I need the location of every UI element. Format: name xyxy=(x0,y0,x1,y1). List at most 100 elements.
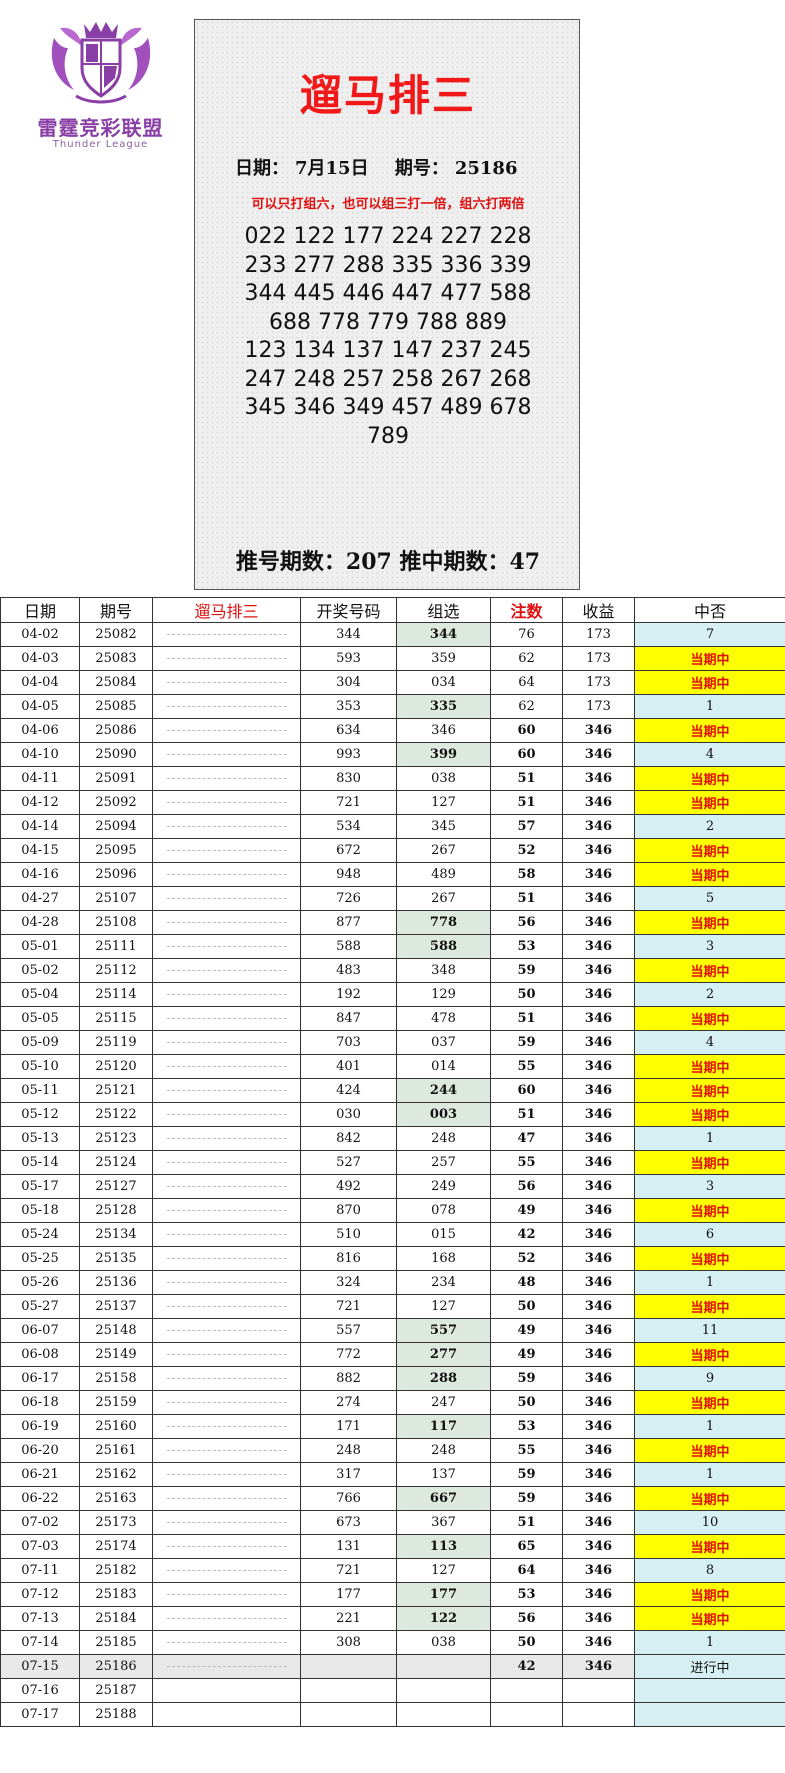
cell-draw: 510 xyxy=(300,1222,397,1247)
cell-issue: 25184 xyxy=(79,1606,153,1631)
cell-draw: 816 xyxy=(300,1246,397,1271)
cell-draw: 847 xyxy=(300,1006,397,1031)
cell-bets: 51 xyxy=(490,1102,563,1127)
cell-date: 04-06 xyxy=(0,718,80,743)
cell-income: 346 xyxy=(562,1054,635,1079)
table-row: 06-18 25159 274 247 50 346 当期中 xyxy=(0,1390,785,1415)
cell-bets: 49 xyxy=(490,1342,563,1367)
cell-plan xyxy=(152,670,301,695)
plan-placeholder xyxy=(166,897,287,900)
plan-placeholder xyxy=(166,1065,287,1068)
cell-bets: 56 xyxy=(490,1174,563,1199)
table-row: 05-17 25127 492 249 56 346 3 xyxy=(0,1174,785,1199)
cell-draw: 424 xyxy=(300,1078,397,1103)
cell-plan xyxy=(152,1006,301,1031)
plan-placeholder xyxy=(166,1113,287,1116)
cell-plan xyxy=(152,1510,301,1535)
cell-plan xyxy=(152,1174,301,1199)
cell-income: 173 xyxy=(562,694,635,719)
number-list: 022 122 177 224 227 228 233 277 288 335 3… xyxy=(195,223,581,451)
plan-placeholder xyxy=(166,753,287,756)
cell-draw: 308 xyxy=(300,1630,397,1655)
cell-issue: 25149 xyxy=(79,1342,153,1367)
cell-date: 05-17 xyxy=(0,1174,80,1199)
cell-issue: 25111 xyxy=(79,934,153,959)
plan-placeholder xyxy=(166,849,287,852)
table-row: 06-21 25162 317 137 59 346 1 xyxy=(0,1462,785,1487)
table-row: 05-04 25114 192 129 50 346 2 xyxy=(0,982,785,1007)
table-row: 05-18 25128 870 078 49 346 当期中 xyxy=(0,1198,785,1223)
cell-issue: 25188 xyxy=(79,1702,153,1727)
cell-income: 346 xyxy=(562,1606,635,1631)
cell-issue: 25159 xyxy=(79,1390,153,1415)
cell-date: 07-11 xyxy=(0,1558,80,1583)
table-row: 05-05 25115 847 478 51 346 当期中 xyxy=(0,1006,785,1031)
cell-bets: 56 xyxy=(490,910,563,935)
cell-group: 399 xyxy=(396,742,491,767)
cell-plan xyxy=(152,886,301,911)
cell-draw: 534 xyxy=(300,814,397,839)
cell-date: 04-04 xyxy=(0,670,80,695)
table-row: 06-08 25149 772 277 49 346 当期中 xyxy=(0,1342,785,1367)
cell-result: 1 xyxy=(634,1462,785,1487)
cell-plan xyxy=(152,790,301,815)
cell-group: 267 xyxy=(396,838,491,863)
cell-issue: 25123 xyxy=(79,1126,153,1151)
cell-date: 05-18 xyxy=(0,1198,80,1223)
cell-group: 249 xyxy=(396,1174,491,1199)
cell-result: 4 xyxy=(634,1030,785,1055)
cell-group: 346 xyxy=(396,718,491,743)
cell-issue: 25119 xyxy=(79,1030,153,1055)
table-row: 07-13 25184 221 122 56 346 当期中 xyxy=(0,1606,785,1631)
cell-draw: 030 xyxy=(300,1102,397,1127)
cell-date: 04-14 xyxy=(0,814,80,839)
cell-date: 06-07 xyxy=(0,1318,80,1343)
cell-date: 05-12 xyxy=(0,1102,80,1127)
cell-bets: 64 xyxy=(490,1558,563,1583)
cell-plan xyxy=(152,1366,301,1391)
plan-placeholder xyxy=(166,945,287,948)
cell-group: 344 xyxy=(396,622,491,647)
cell-bets: 50 xyxy=(490,1294,563,1319)
cell-draw: 221 xyxy=(300,1606,397,1631)
cell-draw: 131 xyxy=(300,1534,397,1559)
cell-plan xyxy=(152,1534,301,1559)
table-row: 04-15 25095 672 267 52 346 当期中 xyxy=(0,838,785,863)
plan-placeholder xyxy=(166,1569,287,1572)
cell-draw: 248 xyxy=(300,1438,397,1463)
cell-date: 07-16 xyxy=(0,1678,80,1703)
table-row: 05-25 25135 816 168 52 346 当期中 xyxy=(0,1246,785,1271)
cell-income: 346 xyxy=(562,1150,635,1175)
cell-issue: 25096 xyxy=(79,862,153,887)
cell-income: 346 xyxy=(562,1534,635,1559)
plan-placeholder xyxy=(166,1665,287,1668)
cell-issue: 25084 xyxy=(79,670,153,695)
cell-issue: 25185 xyxy=(79,1630,153,1655)
cell-plan xyxy=(152,766,301,791)
cell-income: 346 xyxy=(562,886,635,911)
cell-draw: 401 xyxy=(300,1054,397,1079)
cell-date: 04-03 xyxy=(0,646,80,671)
table-row: 06-22 25163 766 667 59 346 当期中 xyxy=(0,1486,785,1511)
cell-issue: 25162 xyxy=(79,1462,153,1487)
cell-issue: 25082 xyxy=(79,622,153,647)
cell-issue: 25135 xyxy=(79,1246,153,1271)
cell-issue: 25161 xyxy=(79,1438,153,1463)
cell-issue: 25186 xyxy=(79,1654,153,1679)
cell-income: 346 xyxy=(562,1558,635,1583)
cell-draw: 557 xyxy=(300,1318,397,1343)
date-value: 7月15日 xyxy=(295,158,369,179)
cell-draw: 593 xyxy=(300,646,397,671)
cell-income: 346 xyxy=(562,982,635,1007)
cell-result: 当期中 xyxy=(634,1486,785,1511)
table-row: 07-02 25173 673 367 51 346 10 xyxy=(0,1510,785,1535)
cell-group: 359 xyxy=(396,646,491,671)
plan-placeholder xyxy=(166,1545,287,1548)
cell-plan xyxy=(152,1654,301,1679)
number-line: 789 xyxy=(367,423,409,449)
cell-income: 346 xyxy=(562,1366,635,1391)
cell-result: 当期中 xyxy=(634,670,785,695)
cell-bets: 49 xyxy=(490,1318,563,1343)
table-row-future: 07-17 25188 xyxy=(0,1702,785,1727)
cell-bets: 51 xyxy=(490,766,563,791)
